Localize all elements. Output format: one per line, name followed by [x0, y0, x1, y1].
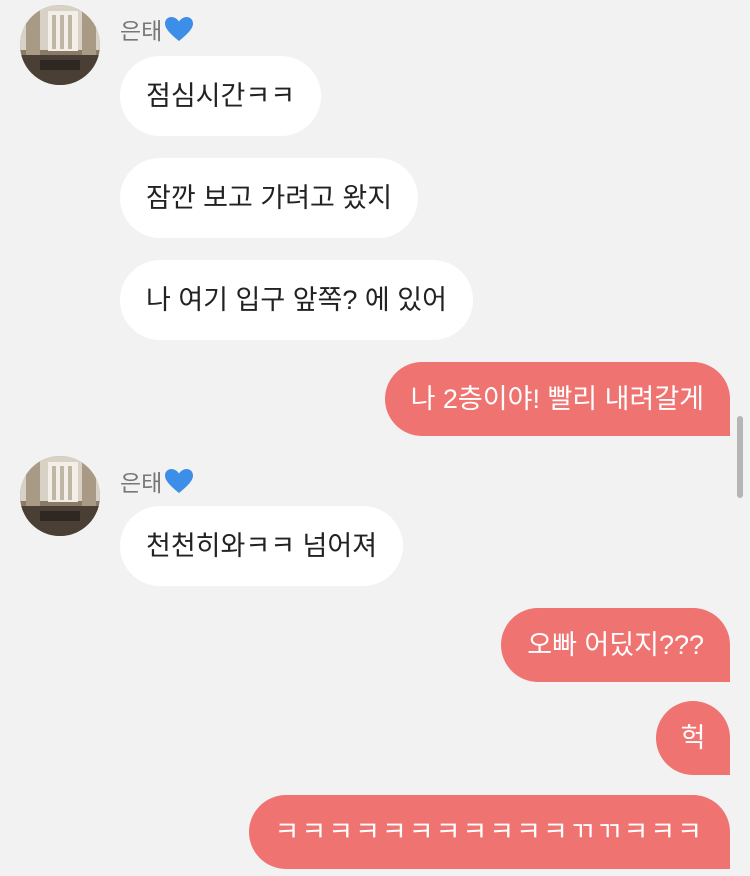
message-text: 천천히와ㅋㅋ 넘어져	[146, 530, 378, 561]
message-bubble-outgoing[interactable]: ㅋㅋㅋㅋㅋㅋㅋㅋㅋㅋㅋㄲㄲㅋㅋㅋ	[248, 795, 730, 869]
sender-name: 은태	[120, 12, 194, 46]
message-text: 나 여기 입구 앞쪽? 에 있어	[146, 284, 447, 315]
message-text: 나 2층이야! 빨리 내려갈게	[410, 383, 704, 414]
sender-name-text: 은태	[120, 18, 163, 44]
message-bubble-incoming[interactable]: 천천히와ㅋㅋ 넘어져	[120, 506, 404, 586]
message-text: 오빠 어딨지???	[527, 629, 704, 660]
message-bubble-incoming[interactable]: 나 여기 입구 앞쪽? 에 있어	[120, 260, 473, 340]
sender-avatar[interactable]	[20, 5, 100, 85]
blue-heart-icon	[165, 17, 194, 41]
message-bubble-outgoing[interactable]: 오빠 어딨지???	[501, 608, 730, 682]
message-text: 헉	[680, 722, 706, 753]
message-text: 잠깐 보고 가려고 왔지	[146, 182, 393, 213]
message-text: ㅋㅋㅋㅋㅋㅋㅋㅋㅋㅋㅋㄲㄲㅋㅋㅋ	[274, 816, 704, 847]
message-text: 점심시간ㅋㅋ	[146, 80, 296, 111]
message-bubble-outgoing[interactable]: 헉	[656, 701, 730, 775]
message-bubble-incoming[interactable]: 잠깐 보고 가려고 왔지	[120, 158, 419, 238]
scrollbar[interactable]	[737, 416, 743, 498]
sender-avatar[interactable]	[20, 456, 100, 536]
message-bubble-incoming[interactable]: 점심시간ㅋㅋ	[120, 56, 322, 136]
sender-name-text: 은태	[120, 470, 163, 496]
blue-heart-icon	[165, 469, 194, 493]
sender-name: 은태	[120, 464, 194, 498]
message-bubble-outgoing[interactable]: 나 2층이야! 빨리 내려갈게	[384, 362, 730, 436]
